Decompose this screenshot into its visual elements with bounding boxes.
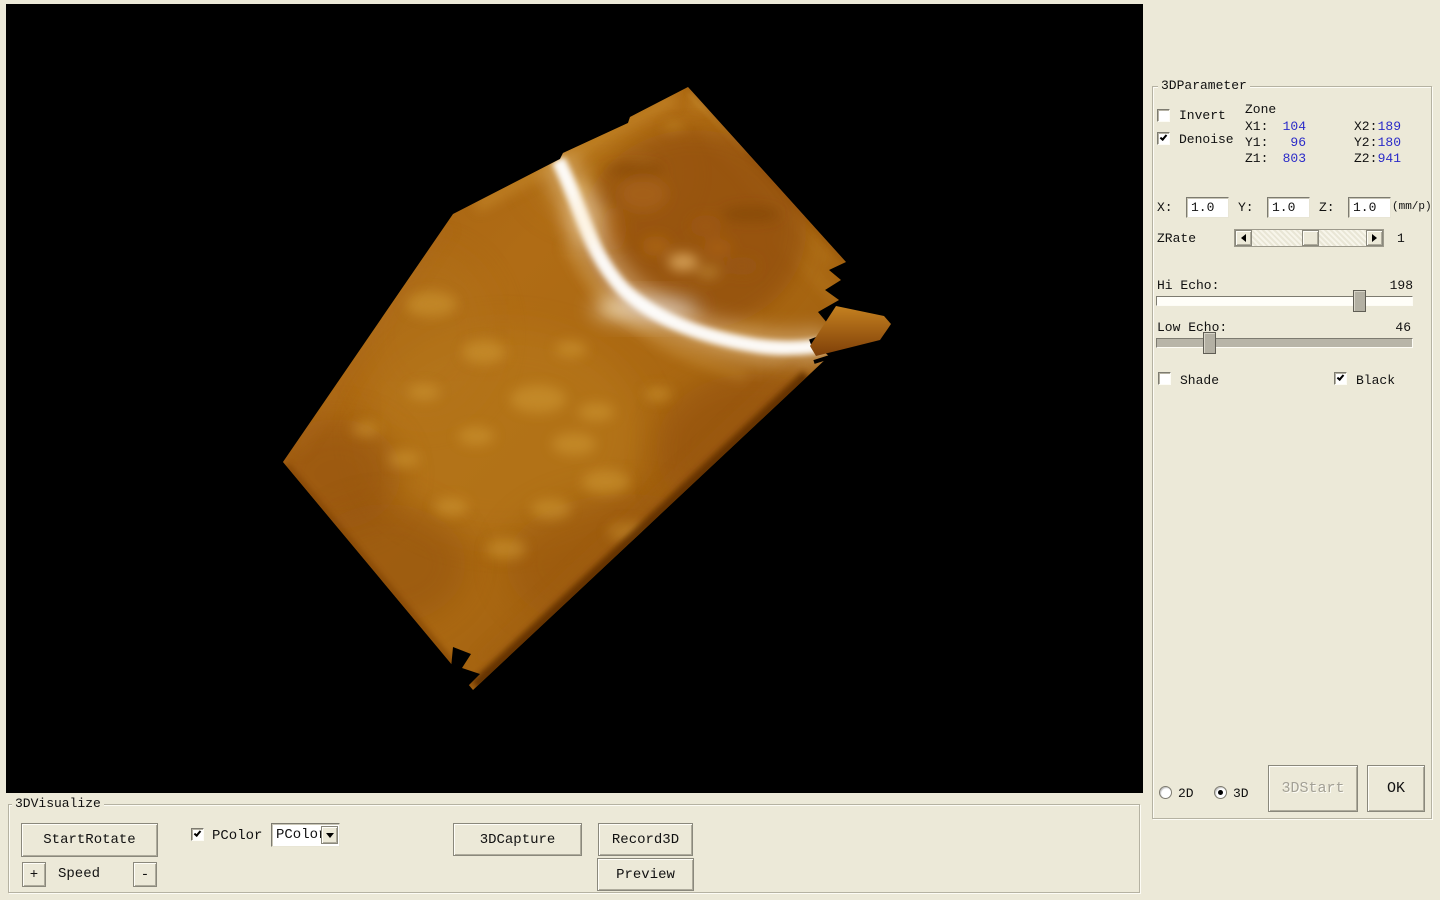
voxel-y-input[interactable] [1267, 197, 1310, 218]
black-checkbox[interactable] [1334, 372, 1347, 385]
voxel-z-input[interactable] [1348, 197, 1391, 218]
speed-plus-button[interactable]: + [22, 862, 46, 887]
speed-minus-button[interactable]: - [133, 862, 157, 887]
zone-z1-value: 803 [1266, 152, 1306, 166]
shade-label: Shade [1180, 374, 1219, 388]
mode-3d-radio-dot [1218, 790, 1223, 795]
pcolor-checkbox[interactable] [191, 828, 204, 841]
zone-y2-value: 180 [1361, 136, 1401, 150]
visualize-groupbox: 3DVisualize StartRotate PColor PColor 3D… [8, 804, 1140, 893]
invert-label: Invert [1179, 109, 1226, 123]
black-checkmark [1337, 373, 1345, 381]
zone-y1-value: 96 [1266, 136, 1306, 150]
voxel-y-label: Y: [1238, 201, 1254, 215]
parameter-group-title: 3DParameter [1158, 79, 1250, 93]
denoise-label: Denoise [1179, 133, 1234, 147]
zone-z2-value: 941 [1361, 152, 1401, 166]
volume-slab [271, 87, 891, 690]
zrate-label: ZRate [1157, 232, 1196, 246]
hi-echo-label: Hi Echo: [1157, 279, 1219, 293]
zrate-value: 1 [1397, 232, 1405, 246]
parameter-panel: 3DParameter Invert Denoise Zone X1: 104 … [1143, 0, 1440, 900]
left-arrow-icon [1237, 234, 1246, 242]
low-echo-label: Low Echo: [1157, 321, 1227, 335]
voxel-unit-label: (mm/p) [1392, 200, 1432, 214]
zone-y1-label: Y1: [1245, 136, 1268, 150]
voxel-z-label: Z: [1319, 201, 1335, 215]
record-3d-button[interactable]: Record3D [598, 823, 693, 856]
pcolor-dropdown-button[interactable] [321, 826, 338, 844]
preview-button[interactable]: Preview [597, 858, 694, 891]
invert-checkbox[interactable] [1157, 109, 1170, 122]
zrate-scrollbar[interactable] [1234, 229, 1384, 247]
pcolor-checkmark [194, 829, 202, 837]
ultrasound-render [6, 4, 1143, 793]
mode-3d-radio[interactable] [1214, 786, 1227, 799]
mode-2d-label: 2D [1178, 787, 1194, 801]
visualize-panel: 3DVisualize StartRotate PColor PColor 3D… [0, 793, 1143, 900]
zrate-right-arrow-button[interactable] [1366, 230, 1383, 246]
zrate-left-arrow-button[interactable] [1235, 230, 1252, 246]
zone-x1-label: X1: [1245, 120, 1268, 134]
hi-echo-value: 198 [1373, 279, 1413, 293]
denoise-checkmark [1160, 133, 1168, 141]
shade-checkbox[interactable] [1158, 372, 1171, 385]
voxel-x-input[interactable] [1186, 197, 1229, 218]
parameter-groupbox: 3DParameter Invert Denoise Zone X1: 104 … [1152, 86, 1432, 819]
black-label: Black [1356, 374, 1395, 388]
start-rotate-button[interactable]: StartRotate [21, 823, 158, 857]
hi-echo-slider-track[interactable] [1156, 296, 1413, 306]
zone-z1-label: Z1: [1245, 152, 1268, 166]
zone-x2-value: 189 [1361, 120, 1401, 134]
low-echo-slider-track[interactable] [1156, 338, 1413, 348]
pcolor-dropdown-value: PColor [272, 827, 321, 843]
speed-label: Speed [58, 867, 100, 881]
denoise-checkbox[interactable] [1157, 132, 1170, 145]
mode-3d-label: 3D [1233, 787, 1249, 801]
zrate-thumb[interactable] [1302, 230, 1319, 246]
pcolor-label: PColor [212, 829, 262, 843]
right-arrow-icon [1372, 234, 1381, 242]
capture-3d-button[interactable]: 3DCapture [453, 823, 582, 856]
ok-button[interactable]: OK [1367, 765, 1425, 812]
visualize-group-title: 3DVisualize [12, 797, 104, 811]
zone-title: Zone [1245, 103, 1276, 117]
low-echo-slider-thumb[interactable] [1203, 332, 1216, 354]
pcolor-dropdown[interactable]: PColor [271, 823, 340, 847]
hi-echo-slider-thumb[interactable] [1353, 290, 1366, 312]
chevron-down-icon [326, 833, 334, 842]
low-echo-value: 46 [1371, 321, 1411, 335]
start-3d-button[interactable]: 3DStart [1268, 765, 1358, 812]
mode-2d-radio[interactable] [1159, 786, 1172, 799]
render-viewport[interactable] [6, 4, 1143, 793]
zone-x1-value: 104 [1266, 120, 1306, 134]
voxel-x-label: X: [1157, 201, 1173, 215]
